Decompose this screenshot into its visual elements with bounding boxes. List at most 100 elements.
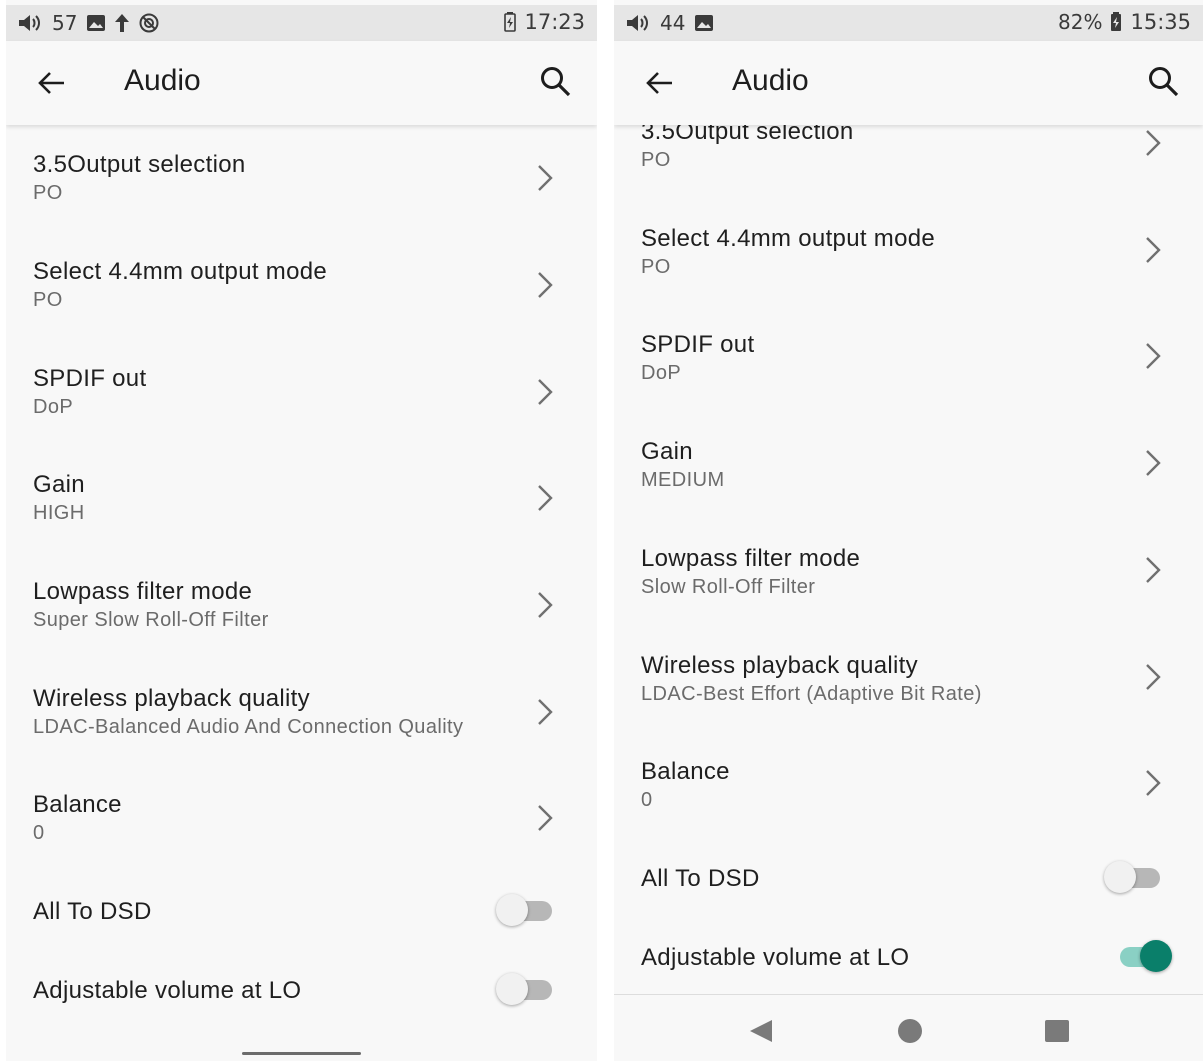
- all-to-dsd-toggle[interactable]: [496, 892, 556, 928]
- battery-charging-icon: [1111, 12, 1122, 31]
- search-icon[interactable]: [1147, 65, 1181, 99]
- setting-value: 0: [641, 789, 653, 811]
- setting-adjustable-volume-lo[interactable]: Adjustable volume at LO: [6, 973, 597, 1027]
- setting-value: HIGH: [33, 502, 85, 524]
- toggle-knob: [496, 973, 528, 1005]
- setting-wireless-quality[interactable]: Wireless playback quality LDAC-Balanced …: [6, 685, 597, 785]
- page-title: Audio: [124, 64, 201, 97]
- setting-value: MEDIUM: [641, 469, 725, 491]
- volume-icon: [19, 15, 40, 31]
- chevron-right-icon: [538, 485, 553, 511]
- setting-title: Select 4.4mm output mode: [641, 225, 936, 252]
- adjustable-volume-toggle[interactable]: [1114, 938, 1174, 974]
- right-screen: 44 82% 15:35 Audio 3.5Output selection P…: [614, 0, 1203, 1061]
- setting-title: Wireless playback quality: [33, 685, 310, 712]
- setting-gain[interactable]: Gain MEDIUM: [614, 438, 1203, 538]
- setting-value: LDAC-Best Effort (Adaptive Bit Rate): [641, 683, 982, 705]
- page-title: Audio: [732, 64, 809, 97]
- setting-title: Balance: [641, 758, 730, 785]
- setting-4.4mm-output[interactable]: Select 4.4mm output mode PO: [614, 225, 1203, 325]
- clock: 17:23: [524, 10, 585, 34]
- setting-gain[interactable]: Gain HIGH: [6, 471, 597, 571]
- setting-adjustable-volume-lo[interactable]: Adjustable volume at LO: [614, 940, 1203, 994]
- setting-value: PO: [33, 182, 63, 204]
- nav-home-icon[interactable]: [898, 1019, 922, 1043]
- chevron-right-icon: [1146, 343, 1161, 369]
- setting-title: Lowpass filter mode: [641, 545, 861, 572]
- left-screen: 57 17:23 Audio 3.5Output selection PO Se…: [6, 0, 597, 1061]
- back-arrow-icon[interactable]: [36, 67, 68, 99]
- setting-all-to-dsd[interactable]: All To DSD: [614, 861, 1203, 915]
- setting-title: 3.5Output selection: [33, 151, 246, 178]
- back-arrow-icon[interactable]: [644, 67, 676, 99]
- setting-title: SPDIF out: [33, 365, 147, 392]
- setting-4.4mm-output[interactable]: Select 4.4mm output mode PO: [6, 258, 597, 358]
- setting-lowpass-filter[interactable]: Lowpass filter mode Super Slow Roll-Off …: [6, 578, 597, 678]
- setting-title: Adjustable volume at LO: [33, 977, 302, 1004]
- search-icon[interactable]: [539, 65, 573, 99]
- chevron-right-icon: [1146, 237, 1161, 263]
- setting-3.5-output[interactable]: 3.5Output selection PO: [6, 151, 597, 251]
- setting-value: Super Slow Roll-Off Filter: [33, 609, 269, 631]
- setting-all-to-dsd[interactable]: All To DSD: [6, 894, 597, 948]
- chevron-right-icon: [538, 165, 553, 191]
- setting-balance[interactable]: Balance 0: [6, 791, 597, 891]
- all-to-dsd-toggle[interactable]: [1104, 859, 1164, 895]
- system-nav-bar: [614, 994, 1203, 1061]
- setting-title: Gain: [33, 471, 85, 498]
- chevron-right-icon: [1146, 450, 1161, 476]
- setting-value: LDAC-Balanced Audio And Connection Quali…: [33, 716, 464, 738]
- setting-spdif-out[interactable]: SPDIF out DoP: [6, 365, 597, 465]
- setting-wireless-quality[interactable]: Wireless playback quality LDAC-Best Effo…: [614, 652, 1203, 752]
- battery-percent: 82%: [1058, 10, 1103, 34]
- chevron-right-icon: [1146, 770, 1161, 796]
- setting-lowpass-filter[interactable]: Lowpass filter mode Slow Roll-Off Filter: [614, 545, 1203, 645]
- setting-value: PO: [33, 289, 63, 311]
- nav-back-icon[interactable]: [748, 1018, 774, 1044]
- volume-icon: [627, 15, 648, 31]
- chevron-right-icon: [538, 379, 553, 405]
- app-bar: Audio: [6, 41, 597, 125]
- setting-title: All To DSD: [641, 865, 760, 892]
- setting-title: Lowpass filter mode: [33, 578, 253, 605]
- setting-value: Slow Roll-Off Filter: [641, 576, 816, 598]
- chevron-right-icon: [538, 699, 553, 725]
- battery-charging-icon: [504, 12, 517, 32]
- image-notification-icon: [695, 15, 714, 31]
- volume-level: 44: [660, 11, 686, 35]
- setting-title: Gain: [641, 438, 693, 465]
- setting-value: 0: [33, 822, 45, 844]
- setting-value: DoP: [641, 362, 682, 384]
- clock: 15:35: [1130, 10, 1191, 34]
- setting-value: DoP: [33, 396, 74, 418]
- setting-title: Adjustable volume at LO: [641, 944, 910, 971]
- setting-title: SPDIF out: [641, 331, 755, 358]
- app-bar: Audio: [614, 41, 1203, 125]
- status-bar: 57 17:23: [6, 5, 597, 41]
- setting-3.5-output[interactable]: 3.5Output selection PO: [614, 118, 1203, 218]
- chevron-right-icon: [1146, 557, 1161, 583]
- nav-recents-icon[interactable]: [1045, 1020, 1069, 1042]
- setting-value: PO: [641, 256, 671, 278]
- setting-title: Select 4.4mm output mode: [33, 258, 328, 285]
- upload-icon: [115, 14, 130, 32]
- adjustable-volume-toggle[interactable]: [496, 971, 556, 1007]
- data-saver-icon: [139, 13, 159, 33]
- chevron-right-icon: [538, 592, 553, 618]
- image-notification-icon: [87, 15, 106, 31]
- chevron-right-icon: [538, 272, 553, 298]
- setting-spdif-out[interactable]: SPDIF out DoP: [614, 331, 1203, 431]
- setting-balance[interactable]: Balance 0: [614, 758, 1203, 858]
- setting-title: Balance: [33, 791, 122, 818]
- chevron-right-icon: [538, 805, 553, 831]
- status-bar: 44 82% 15:35: [614, 5, 1203, 41]
- gesture-handle[interactable]: [242, 1052, 361, 1055]
- chevron-right-icon: [1146, 130, 1161, 156]
- volume-level: 57: [52, 11, 78, 35]
- setting-value: PO: [641, 149, 671, 171]
- toggle-knob: [496, 894, 528, 926]
- toggle-knob: [1104, 861, 1136, 893]
- setting-title: All To DSD: [33, 898, 152, 925]
- chevron-right-icon: [1146, 664, 1161, 690]
- toggle-knob: [1140, 940, 1172, 972]
